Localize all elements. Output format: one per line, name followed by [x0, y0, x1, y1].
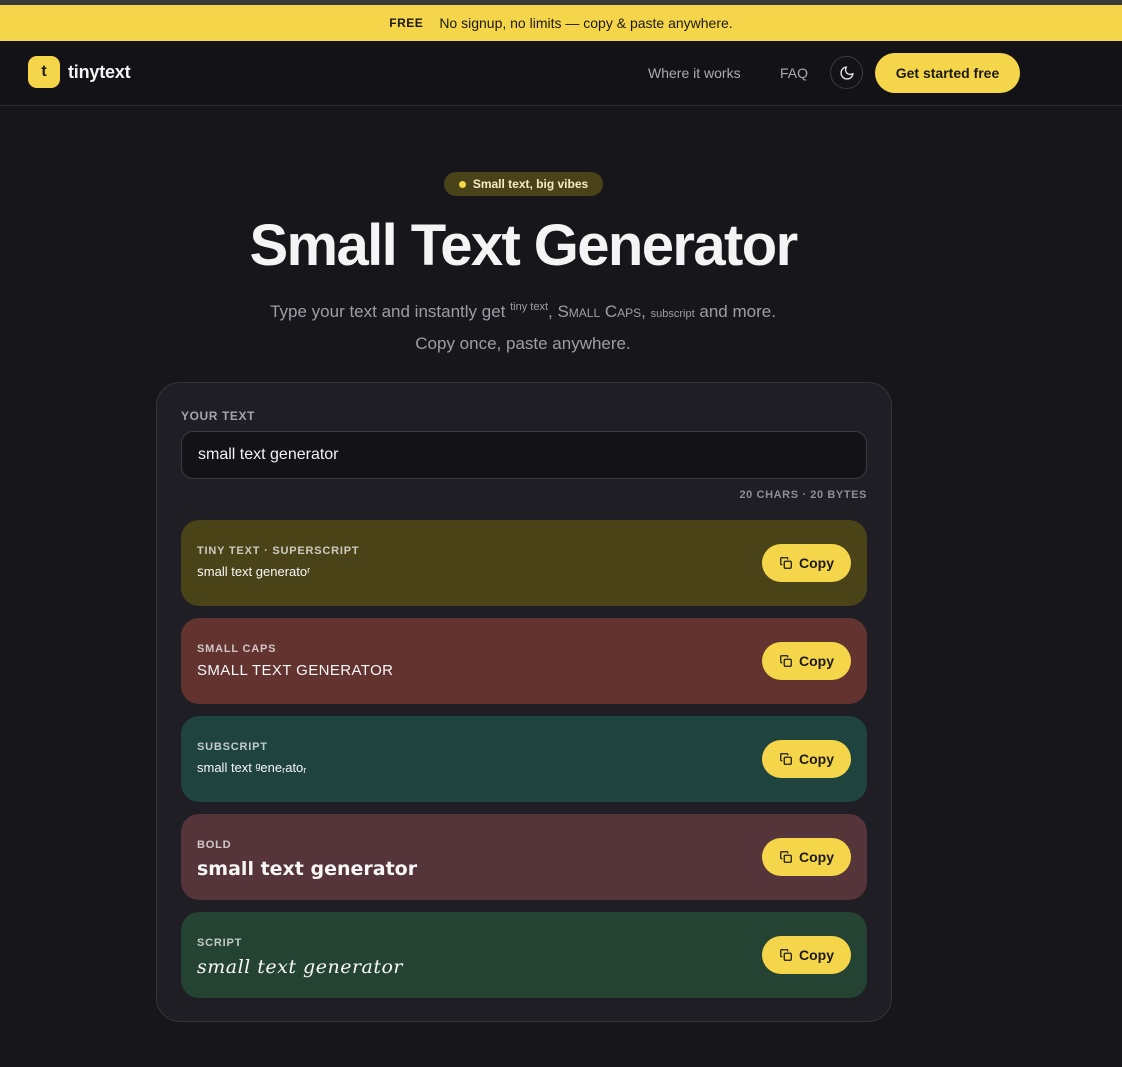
result-row-bold: BOLD small text generator Copy [181, 814, 867, 900]
result-value[interactable]: ꜱmall text generatoʳ [197, 564, 310, 580]
result-label: TINY TEXT · SUPERSCRIPT [197, 545, 360, 557]
copy-icon [780, 557, 792, 569]
page-title: Small Text Generator [249, 213, 798, 278]
copy-button[interactable]: Copy [762, 740, 851, 778]
get-started-button[interactable]: Get started free [875, 53, 1020, 93]
copy-label: Copy [799, 555, 834, 571]
your-text-label: YOUR TEXT [181, 409, 256, 423]
result-row-small-caps: SMALL CAPS SMALL TEXT GENERATOR Copy [181, 618, 867, 704]
result-label: BOLD [197, 839, 232, 851]
page-subtitle: Type your text and instantly get tiny te… [0, 293, 1046, 358]
banner-text: No signup, no limits — copy & paste anyw… [439, 15, 733, 31]
copy-label: Copy [799, 947, 834, 963]
logo-mark-icon: t [28, 56, 60, 88]
copy-icon [780, 851, 792, 863]
result-row-subscript: SUBSCRIPT small text ᵍeneᵣatoᵣ Copy [181, 716, 867, 802]
copy-icon [780, 753, 792, 765]
pill-text: Small text, big vibes [472, 177, 589, 191]
char-counter: 20 CHARS · 20 BYTES [739, 489, 867, 501]
subtitle-text: and more. [694, 302, 776, 321]
result-value[interactable]: small text generator [197, 858, 417, 880]
moon-icon [839, 65, 854, 80]
copy-icon [780, 949, 792, 961]
subtitle-subscript-sample: subscript [650, 308, 695, 320]
copy-label: Copy [799, 653, 834, 669]
result-value[interactable]: small text ᵍeneᵣatoᵣ [197, 760, 306, 775]
result-label: SCRIPT [197, 937, 243, 949]
free-tag: FREE [389, 16, 424, 30]
subtitle-line-2: Copy once, paste anywhere. [415, 334, 631, 353]
subtitle-text: Type your text and instantly get [270, 302, 511, 321]
copy-button[interactable]: Copy [762, 936, 851, 974]
tagline-pill: Small text, big vibes [444, 172, 603, 196]
pill-dot-icon [458, 180, 466, 188]
subtitle-tiny-sample: tiny text [510, 301, 549, 313]
copy-button[interactable]: Copy [762, 544, 851, 582]
subtitle-text: , [641, 302, 651, 321]
result-row-script: SCRIPT small text generator Copy [181, 912, 867, 998]
copy-button[interactable]: Copy [762, 838, 851, 876]
result-row-superscript: TINY TEXT · SUPERSCRIPT ꜱmall text gener… [181, 520, 867, 606]
result-label: SUBSCRIPT [197, 741, 268, 753]
theme-toggle-button[interactable] [830, 56, 863, 89]
copy-label: Copy [799, 849, 834, 865]
copy-label: Copy [799, 751, 834, 767]
copy-icon [780, 655, 792, 667]
result-label: SMALL CAPS [197, 643, 277, 655]
logo-text: tinytext [68, 61, 131, 82]
text-input[interactable] [181, 431, 867, 479]
nav-link-where-it-works[interactable]: Where it works [648, 65, 741, 81]
copy-button[interactable]: Copy [762, 642, 851, 680]
promo-banner: FREE No signup, no limits — copy & paste… [0, 5, 1122, 41]
result-value[interactable]: SMALL TEXT GENERATOR [197, 662, 393, 679]
top-nav: t tinytext Where it works FAQ Get starte… [0, 41, 1122, 106]
result-value[interactable]: small text generator [197, 956, 403, 978]
generator-card: YOUR TEXT 20 CHARS · 20 BYTES TINY TEXT … [156, 382, 892, 1022]
logo[interactable]: t tinytext [28, 56, 131, 88]
subtitle-caps-sample: Small Caps [557, 302, 642, 321]
nav-link-faq[interactable]: FAQ [780, 65, 808, 81]
subtitle-line-1: Type your text and instantly get tiny te… [0, 293, 1046, 329]
